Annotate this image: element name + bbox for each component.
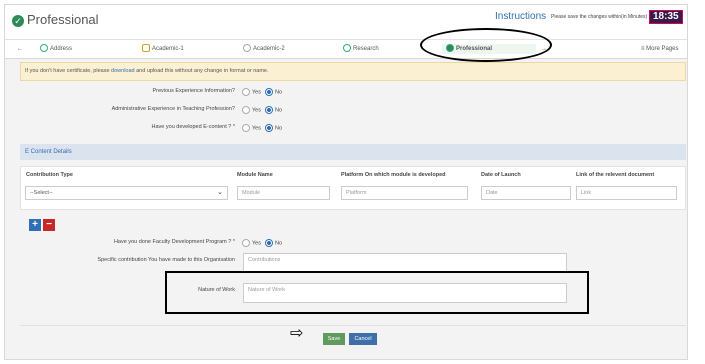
fdp-no[interactable]: No (265, 239, 282, 247)
radio-icon (242, 106, 250, 114)
radio-icon (265, 124, 273, 132)
page-title: Professional (27, 12, 99, 27)
download-link[interactable]: download (111, 68, 135, 74)
professional-icon: ✓ (12, 15, 24, 27)
footer-divider (20, 325, 686, 326)
fdp-yes[interactable]: Yes (242, 239, 261, 247)
contribution-type-select[interactable]: --Select-- ⌄ (25, 186, 228, 200)
chevron-down-icon: ⌄ (217, 189, 223, 196)
tab-icon (243, 44, 251, 53)
tab-icon (142, 44, 150, 53)
instructions-link[interactable]: Instructions (495, 11, 546, 22)
econtent-label: Have you developed E-content ? * (151, 124, 235, 130)
certificate-notice: If you don't have certificate, please do… (20, 62, 686, 81)
econtent-section-header: E Content Details (20, 144, 686, 160)
col-date-of-launch: Date of Launch (481, 172, 521, 178)
radio-icon (265, 239, 273, 247)
module-input[interactable]: Module (237, 186, 330, 200)
highlight-box (165, 271, 589, 314)
tab-academic-2[interactable]: Academic-2 (243, 44, 285, 54)
remove-row-button[interactable]: − (43, 219, 55, 231)
radio-icon (265, 88, 273, 96)
prev-experience-yes[interactable]: Yes (242, 88, 261, 96)
page-header: ✓ Professional Instructions Please save … (5, 5, 687, 40)
tab-prev-arrow[interactable]: ← (17, 44, 23, 54)
prev-experience-no[interactable]: No (265, 88, 282, 96)
save-note: Please save the changes within(in Minute… (551, 14, 648, 20)
tab-address[interactable]: Address (40, 44, 72, 54)
save-button[interactable]: Save (323, 333, 345, 345)
add-row-button[interactable]: + (29, 219, 41, 231)
check-circle-icon (40, 44, 48, 53)
col-module-name: Module Name (237, 172, 273, 178)
tab-research[interactable]: Research (343, 44, 379, 54)
radio-icon (265, 106, 273, 114)
countdown-timer: 18:35 (649, 10, 683, 24)
radio-icon (242, 88, 250, 96)
radio-icon (242, 239, 250, 247)
admin-experience-yes[interactable]: Yes (242, 106, 261, 114)
admin-experience-no[interactable]: No (265, 106, 282, 114)
econtent-table: Contribution Type Module Name Platform O… (20, 166, 686, 210)
econtent-yes[interactable]: Yes (242, 124, 261, 132)
econtent-no[interactable]: No (265, 124, 282, 132)
platform-input[interactable]: Platform (341, 186, 468, 200)
pointer-arrow-icon: ⇨ (290, 325, 304, 342)
fdp-label: Have you done Faculty Development Progra… (113, 239, 235, 245)
contribution-label: Specific contribution You have made to t… (97, 257, 235, 263)
more-pages-button[interactable]: ≡ More Pages (641, 44, 679, 54)
col-contribution-type: Contribution Type (26, 172, 73, 178)
col-document-link: Link of the relevent document (576, 172, 655, 178)
tab-academic-1[interactable]: Academic-1 (142, 44, 184, 54)
col-platform: Platform On which module is developed (341, 172, 446, 178)
tab-bar: ← Address Academic-1 Academic-2 Research… (5, 40, 687, 59)
cancel-button[interactable]: Cancel (349, 333, 377, 345)
highlight-oval (420, 28, 552, 62)
admin-experience-label: Administrative Experience in Teaching Pr… (111, 106, 235, 112)
radio-icon (242, 124, 250, 132)
prev-experience-label: Previous Experience Information? (152, 88, 235, 94)
tab-icon (343, 44, 351, 53)
contribution-textarea[interactable]: Contributions (243, 253, 567, 273)
link-input[interactable]: Link (576, 186, 677, 200)
date-input[interactable]: Date (481, 186, 571, 200)
